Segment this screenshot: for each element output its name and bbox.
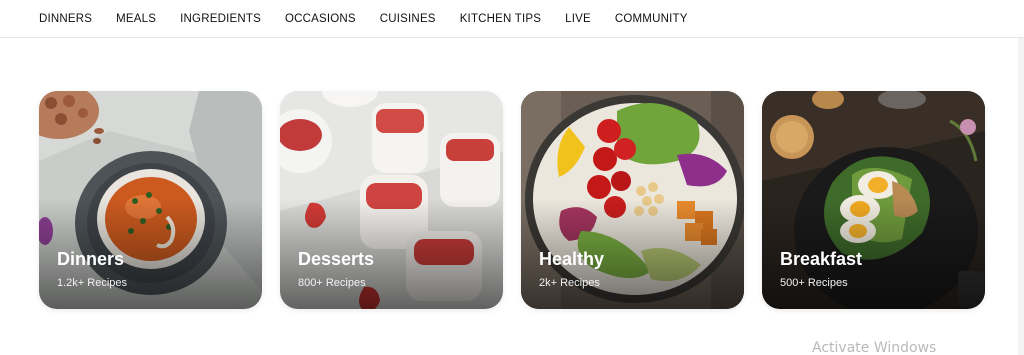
card-recipe-count: 2k+ Recipes [539,277,600,289]
nav-item-dinners[interactable]: DINNERS [39,13,92,25]
card-title: Breakfast [780,249,863,269]
clipped-section-heading [440,24,580,42]
scrollbar[interactable] [1018,38,1024,355]
card-recipe-count: 1.2k+ Recipes [57,277,128,289]
card-title: Desserts [298,249,375,269]
nav-item-ingredients[interactable]: INGREDIENTS [180,13,261,25]
category-card-healthy[interactable]: Healthy 2k+ Recipes [521,91,744,309]
nav-item-kitchen-tips[interactable]: KITCHEN TIPS [460,13,541,25]
category-card-desserts[interactable]: Desserts 800+ Recipes [280,91,503,309]
card-recipe-count: 500+ Recipes [780,277,848,289]
category-card-breakfast[interactable]: Breakfast 500+ Recipes [762,91,985,309]
card-title: Healthy [539,249,605,269]
category-cards: Dinners 1.2k+ Recipes Desserts 800+ Reci… [39,91,985,309]
nav-item-cuisines[interactable]: CUISINES [380,13,436,25]
nav-item-occasions[interactable]: OCCASIONS [285,13,356,25]
nav-item-live[interactable]: LIVE [565,13,591,25]
card-recipe-count: 800+ Recipes [298,277,366,289]
nav-item-meals[interactable]: MEALS [116,13,156,25]
nav-item-community[interactable]: COMMUNITY [615,13,688,25]
card-title: Dinners [57,249,125,269]
activate-windows-watermark: Activate Windows [812,340,937,355]
category-card-dinners[interactable]: Dinners 1.2k+ Recipes [39,91,262,309]
